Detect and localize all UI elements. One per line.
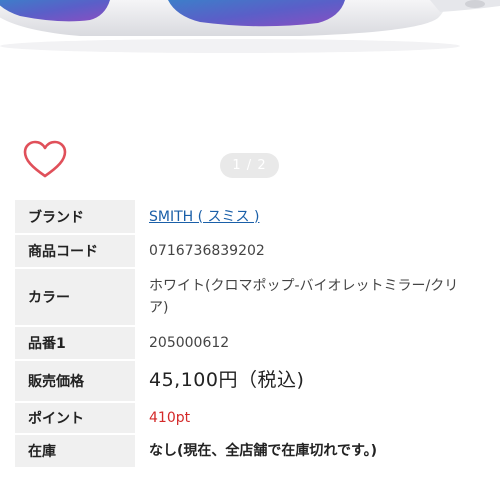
sunglasses-image bbox=[0, 0, 500, 53]
spec-row-price: 販売価格 45,100円（税込) bbox=[15, 360, 485, 402]
spec-row-point: ポイント 410pt bbox=[15, 402, 485, 434]
favorite-button[interactable] bbox=[22, 140, 68, 180]
spec-label-code: 商品コード bbox=[15, 234, 135, 268]
spec-label-number: 品番1 bbox=[15, 326, 135, 360]
spec-label-price: 販売価格 bbox=[15, 360, 135, 402]
spec-value-color: ホワイト(クロマポップ-バイオレットミラー/クリア) bbox=[135, 268, 485, 326]
spec-label-brand: ブランド bbox=[15, 200, 135, 234]
spec-label-color: カラー bbox=[15, 268, 135, 326]
spec-value-number: 205000612 bbox=[135, 326, 485, 360]
spec-label-point: ポイント bbox=[15, 402, 135, 434]
spec-row-stock: 在庫 なし(現在、全店舗で在庫切れです。) bbox=[15, 434, 485, 468]
spec-value-code: 0716736839202 bbox=[135, 234, 485, 268]
spec-row-code: 商品コード 0716736839202 bbox=[15, 234, 485, 268]
brand-link[interactable]: SMITH ( スミス ) bbox=[149, 209, 259, 225]
price-value: 45,100円（税込) bbox=[149, 369, 305, 391]
spec-label-stock: 在庫 bbox=[15, 434, 135, 468]
spec-row-number: 品番1 205000612 bbox=[15, 326, 485, 360]
product-image[interactable] bbox=[0, 0, 500, 135]
product-spec-table: ブランド SMITH ( スミス ) 商品コード 0716736839202 カ… bbox=[15, 200, 485, 469]
heart-outline-icon bbox=[23, 140, 67, 178]
stock-status: なし(現在、全店舗で在庫切れです。) bbox=[149, 443, 377, 459]
point-value: 410pt bbox=[149, 410, 191, 426]
spec-row-color: カラー ホワイト(クロマポップ-バイオレットミラー/クリア) bbox=[15, 268, 485, 326]
spec-row-brand: ブランド SMITH ( スミス ) bbox=[15, 200, 485, 234]
image-pager-indicator: 1 / 2 bbox=[220, 153, 279, 178]
